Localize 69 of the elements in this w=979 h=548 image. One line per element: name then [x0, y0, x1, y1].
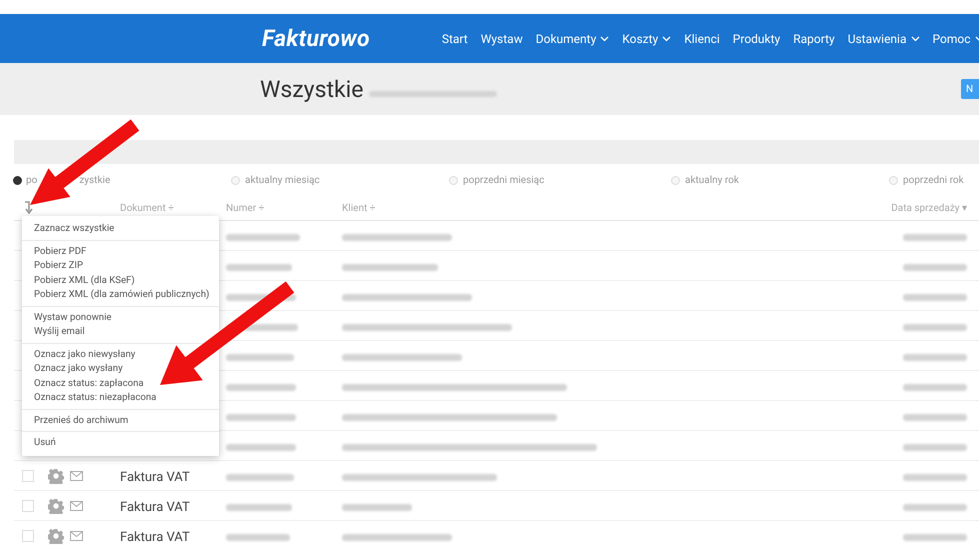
menu-item[interactable]: Przenieś do archiwum — [34, 414, 128, 428]
blurred-text — [903, 384, 967, 391]
blurred-text — [342, 504, 412, 511]
blurred-text — [226, 414, 296, 421]
blurred-text — [226, 384, 296, 391]
gear-icon — [48, 498, 64, 514]
nav-link[interactable]: Raporty — [793, 32, 835, 46]
row-checkbox[interactable] — [22, 500, 34, 512]
envelope-icon — [70, 470, 83, 480]
row-checkbox[interactable] — [22, 470, 34, 482]
nav-link[interactable]: Pomoc — [932, 32, 979, 46]
radio-icon[interactable] — [13, 176, 22, 184]
blurred-text — [903, 474, 967, 481]
gear-icon — [48, 468, 64, 484]
table-cell: Faktura VAT — [120, 530, 190, 545]
radio-label: zystkie — [79, 174, 110, 186]
menu-item[interactable]: Zaznacz wszystkie — [34, 222, 114, 236]
menu-item[interactable]: Usuń — [34, 436, 56, 450]
menu-item[interactable]: Oznacz jako niewysłany — [34, 348, 136, 362]
blurred-text — [903, 414, 967, 421]
blurred-text — [903, 294, 967, 301]
period-radio[interactable]: poprzedni miesiąc — [449, 174, 671, 186]
menu-item[interactable]: Pobierz XML (dla KSeF) — [34, 274, 135, 288]
blurred-text — [903, 504, 967, 511]
menu-item[interactable]: Oznacz status: niezapłacona — [34, 391, 156, 406]
new-button[interactable]: N — [961, 79, 979, 99]
chevron-icon — [662, 36, 672, 42]
radio-label: po — [26, 174, 38, 186]
logo[interactable]: Fakturowo — [262, 25, 370, 52]
row-checkbox[interactable] — [22, 530, 34, 542]
chevron-icon — [600, 36, 610, 42]
blurred-text — [226, 354, 294, 361]
menu-item[interactable]: Pobierz PDF — [34, 244, 86, 259]
gear-icon — [48, 528, 64, 544]
nav-link[interactable]: Wystaw — [480, 32, 523, 46]
menu-item[interactable]: Wyślij email — [34, 325, 85, 340]
menu-item[interactable]: Pobierz ZIP — [34, 259, 84, 274]
blurred-text — [903, 324, 967, 331]
table-cell: Faktura VAT — [120, 470, 190, 485]
nav-link[interactable]: Start — [442, 32, 468, 46]
blurred-text — [226, 474, 294, 481]
period-radio[interactable]: po zystkie — [13, 174, 231, 186]
blurred-text — [226, 264, 292, 271]
menu-item[interactable]: Oznacz jako wysłany — [34, 362, 123, 376]
blurred-text — [226, 504, 292, 511]
blurred-text — [903, 234, 967, 241]
nav-link[interactable]: Produkty — [732, 32, 780, 46]
chevron-icon — [910, 36, 920, 42]
period-radio[interactable]: poprzedni rok — [889, 174, 964, 186]
menu-item[interactable]: Oznacz status: zapłacona — [34, 376, 144, 391]
nav-link[interactable]: Koszty — [622, 32, 672, 46]
table-cell: Faktura VAT — [120, 500, 190, 515]
blurred-text — [903, 264, 967, 271]
period-radio[interactable]: aktualny rok — [671, 174, 889, 186]
blurred-text — [903, 444, 967, 451]
page-title: Wszystkie — [260, 76, 364, 102]
menu-item[interactable]: Wystaw ponownie — [34, 310, 112, 325]
blurred-text — [903, 354, 967, 361]
envelope-icon — [70, 500, 83, 510]
menu-item[interactable]: Pobierz XML (dla zamówień publicznych) — [34, 288, 210, 302]
nav-link[interactable]: Dokumenty — [536, 32, 610, 46]
nav-link[interactable]: Klienci — [684, 32, 720, 46]
nav-link[interactable]: Ustawienia — [848, 32, 920, 46]
blurred-text — [903, 534, 967, 541]
period-radio[interactable]: aktualny miesiąc — [231, 174, 449, 186]
envelope-icon — [70, 530, 83, 540]
blurred-text — [226, 534, 290, 541]
blurred-text — [226, 444, 296, 451]
select-all-icon — [24, 201, 34, 215]
